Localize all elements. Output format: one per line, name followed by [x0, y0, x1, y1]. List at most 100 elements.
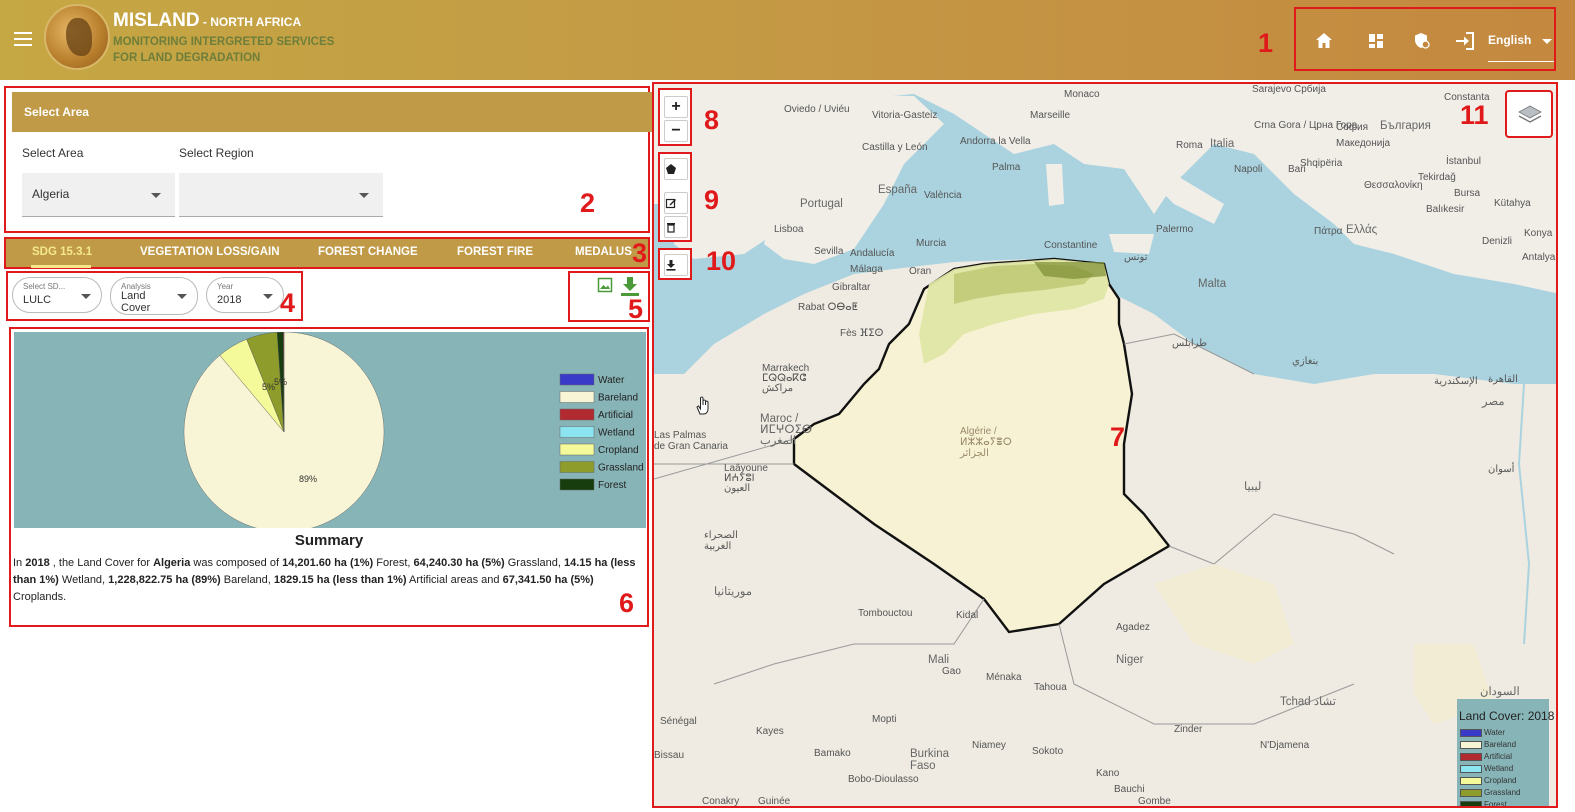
chevron-down-icon[interactable] — [1542, 39, 1552, 44]
summary-bareland: 1,228,822.75 ha (89%) — [108, 574, 221, 586]
tab-forest-fire[interactable]: FOREST FIRE — [457, 246, 533, 258]
edit-layer-button[interactable] — [664, 192, 688, 214]
legend-label: Water — [598, 375, 625, 386]
summary-part: Forest, — [373, 557, 414, 569]
map-label: Bobo-Dioulasso — [848, 774, 919, 785]
marker-9: 9 — [704, 185, 720, 215]
zoom-in-button[interactable]: + — [664, 96, 688, 118]
zoom-out-button[interactable]: − — [664, 120, 688, 142]
tab-sdg[interactable]: SDG 15.3.1 — [32, 246, 92, 258]
summary-area: Algeria — [153, 557, 191, 569]
map-label: Algérie / ⵍⵣⵣⴰⵢⴻⵔ الجزائر — [960, 426, 1012, 459]
draw-controls — [658, 152, 692, 242]
map-download-button[interactable] — [664, 254, 688, 276]
home-icon[interactable] — [1314, 31, 1334, 51]
zoom-controls: + − — [658, 88, 692, 146]
dashboard-icon[interactable] — [1366, 31, 1386, 51]
app-region: - NORTH AFRICA — [199, 15, 302, 29]
map-legend-swatch — [1460, 801, 1482, 806]
map-label: Gibraltar — [832, 282, 871, 293]
sdg-select-label: Select SD... — [23, 282, 66, 291]
map-legend-swatch — [1460, 765, 1482, 773]
summary-year: 2018 — [25, 557, 50, 569]
map-label: Napoli — [1234, 164, 1263, 175]
analysis-tabs: SDG 15.3.1 VEGETATION LOSS/GAIN FOREST C… — [4, 237, 650, 269]
draw-polygon-button[interactable] — [664, 158, 688, 180]
map-label: Conakry — [702, 796, 740, 807]
select-area-panel: Select Area Select Area Select Region Al… — [4, 86, 652, 233]
tab-forest-change[interactable]: FOREST CHANGE — [318, 246, 418, 258]
chevron-down-icon — [359, 193, 369, 198]
map-label: Kidal — [956, 610, 979, 621]
map-label: Oviedo / Uviéu — [784, 104, 850, 115]
map-label: Konya — [1524, 228, 1553, 239]
map-label: Malta — [1198, 278, 1227, 290]
map-label: Ménaka — [986, 672, 1022, 683]
map-label: Palermo — [1156, 224, 1194, 235]
map-label: طرابلس — [1172, 338, 1208, 349]
map-label: Fès ⴼⵉⵙ — [840, 328, 884, 339]
map-label: Maroc / ⵍⵎⵖⵔⵉⴱ المغرب — [760, 413, 813, 447]
map-label: Marrakech ⵎⵕⵕⴰⴽⵛ مراكش — [762, 363, 810, 394]
summary-artificial: 1829.15 ha (less than 1%) — [273, 574, 407, 586]
legend-label: Artificial — [598, 410, 633, 421]
select-area-heading: Select Area — [12, 92, 652, 132]
marker-7: 7 — [1110, 422, 1126, 452]
map-label: Monaco — [1064, 89, 1100, 100]
map-label: Palma — [992, 162, 1021, 173]
legend-swatch — [559, 461, 595, 473]
misland-logo — [44, 4, 110, 70]
summary-part: was composed of — [190, 557, 283, 569]
map-label: Tombouctou — [858, 608, 913, 619]
app-name: MISLAND — [113, 10, 200, 31]
edit-icon — [665, 198, 676, 209]
region-select[interactable] — [179, 173, 383, 217]
analysis-select[interactable]: Analysis Land Cover — [110, 277, 198, 315]
legend-swatch — [559, 426, 595, 438]
map-label: السودان — [1480, 686, 1520, 698]
map-label: Italia — [1210, 138, 1235, 150]
menu-icon[interactable] — [14, 32, 32, 46]
map-label: Bissau — [654, 750, 685, 761]
tab-medalus[interactable]: MEDALUS — [575, 246, 632, 258]
layers-control[interactable] — [1505, 90, 1553, 138]
analysis-select-value-1: Land — [121, 290, 146, 302]
security-icon[interactable] — [1411, 31, 1431, 51]
delete-layer-button[interactable] — [664, 216, 688, 238]
map-label: Tahoua — [1034, 682, 1067, 693]
hand-cursor-icon — [696, 396, 709, 415]
map-label: Ελλάς — [1346, 224, 1378, 236]
map-label: Gombe — [1138, 796, 1171, 807]
layers-icon — [1518, 105, 1542, 123]
language-select[interactable]: English — [1488, 33, 1531, 47]
image-icon[interactable] — [597, 277, 613, 293]
summary-grassland: 64,240.30 ha (5%) — [413, 557, 505, 569]
map-label: Mopti — [872, 714, 897, 725]
map-view[interactable]: Monaco Sarajevo Србија Constanta Oviedo … — [652, 82, 1558, 808]
area-select[interactable]: Algeria — [22, 173, 175, 217]
map-legend-label: Bareland — [1484, 740, 1517, 749]
legend-label: Bareland — [598, 393, 638, 404]
map-label: Murcia — [916, 238, 947, 249]
marker-11: 11 — [1460, 100, 1489, 130]
map-legend-label: Forest — [1484, 800, 1507, 808]
chevron-down-icon — [177, 294, 187, 299]
login-icon[interactable] — [1454, 31, 1476, 51]
tagline-1: MONITORING INTERGRETED SERVICES — [113, 36, 335, 48]
legend-label: Wetland — [598, 428, 635, 439]
map-label: Bamako — [814, 748, 851, 759]
marker-4: 4 — [280, 288, 296, 318]
map-label: Vitoria-Gasteiz — [872, 110, 938, 121]
year-select-value: 2018 — [217, 294, 242, 306]
tab-vegetation[interactable]: VEGETATION LOSS/GAIN — [140, 246, 280, 258]
map-label: България — [1380, 120, 1431, 132]
land-cover-chart-panel: 89% 5% 5% Water Bareland Artificial Wetland Cro… — [9, 327, 649, 627]
marker-2: 2 — [580, 188, 596, 218]
map-label: Sevilla — [814, 246, 844, 257]
sdg-select[interactable]: Select SD... LULC — [12, 277, 102, 313]
map-label: Kütahya — [1494, 198, 1531, 209]
map-label: بنغازي — [1292, 356, 1319, 367]
marker-1: 1 — [1258, 28, 1274, 58]
year-select[interactable]: Year 2018 — [206, 277, 284, 313]
region-label: Select Region — [179, 146, 254, 160]
